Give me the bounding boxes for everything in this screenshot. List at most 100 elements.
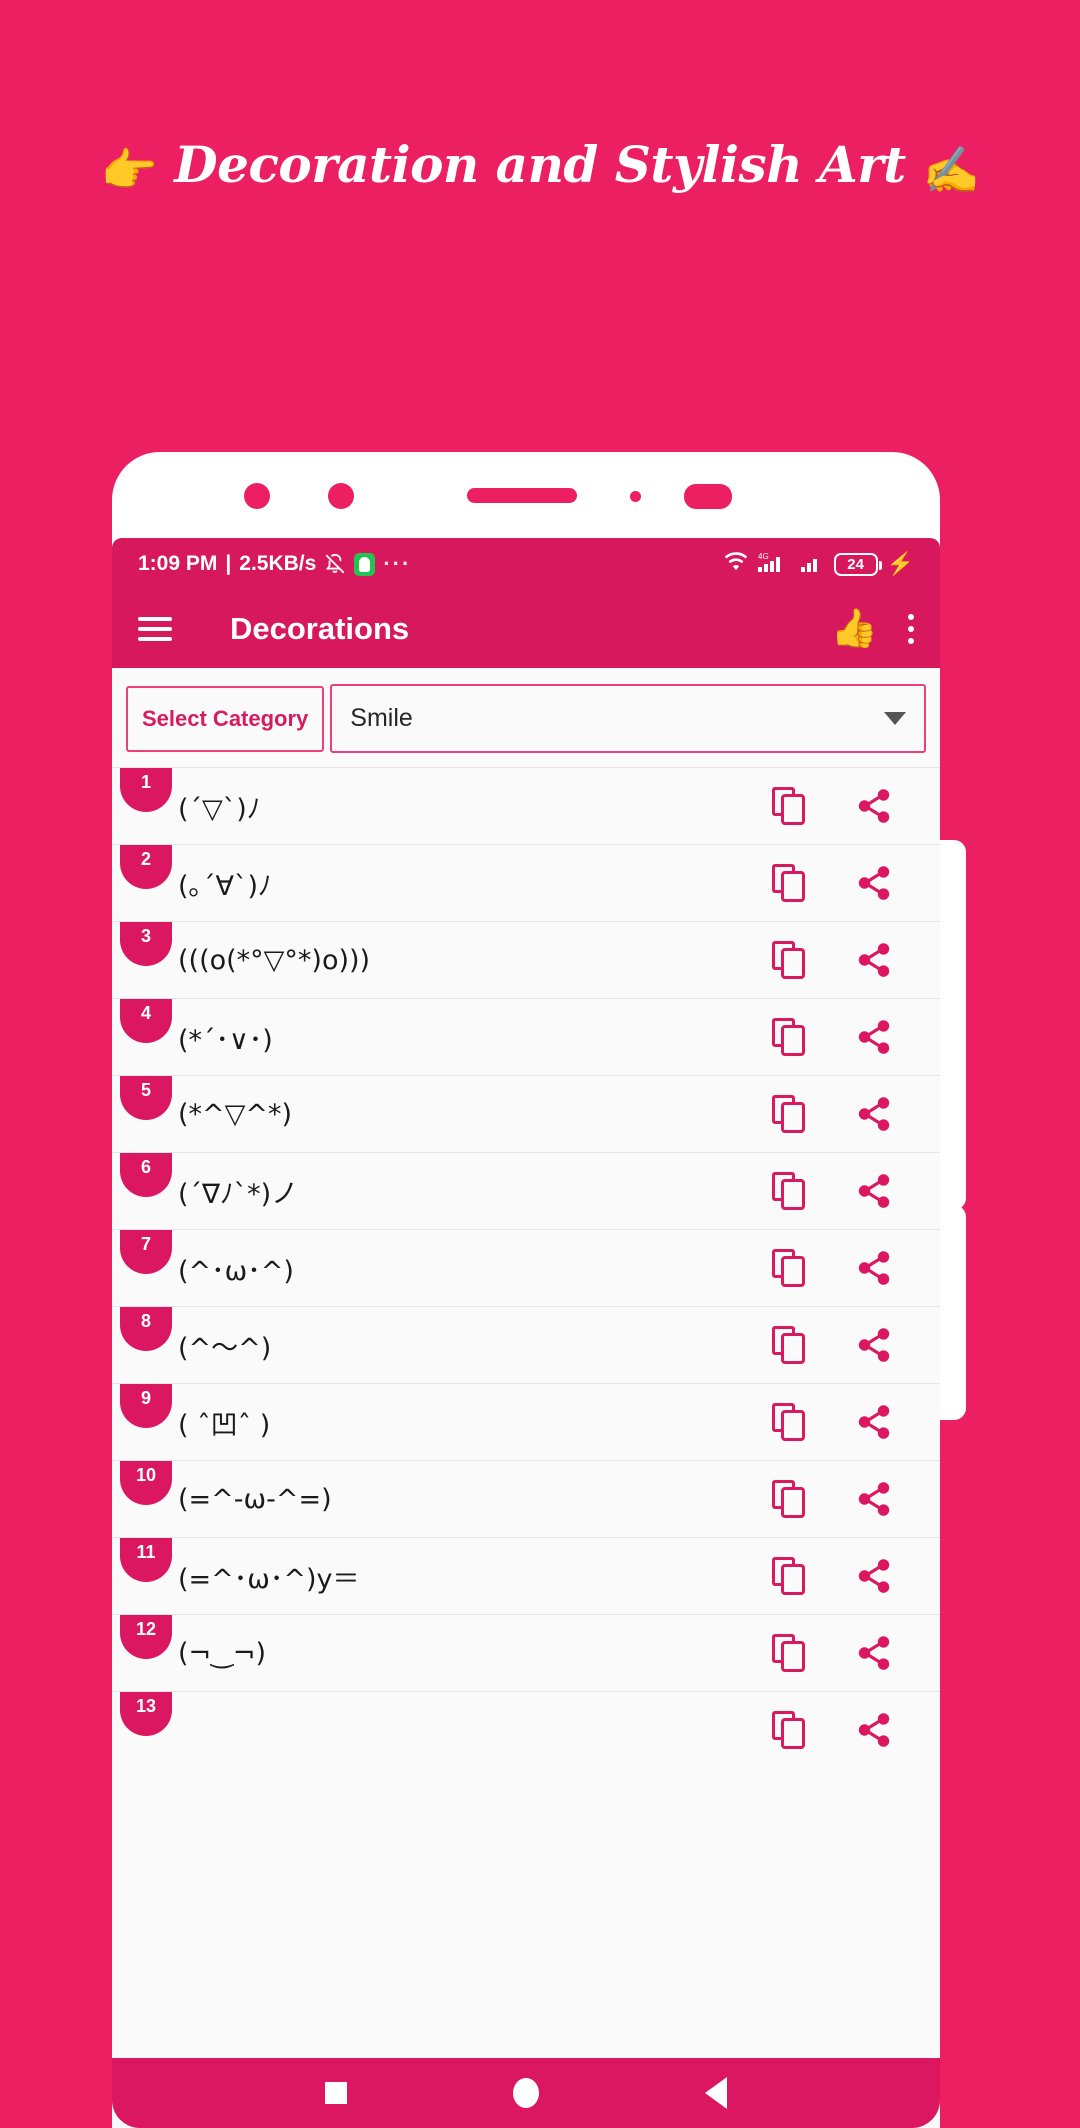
share-icon[interactable] xyxy=(854,1249,894,1287)
share-icon[interactable] xyxy=(854,1480,894,1518)
secondary-camera-icon xyxy=(328,483,354,509)
row-index-badge: 3 xyxy=(120,922,172,966)
light-sensor-icon xyxy=(684,484,732,509)
copy-icon[interactable] xyxy=(772,1172,806,1210)
square-recents-icon[interactable] xyxy=(325,2082,347,2104)
share-icon[interactable] xyxy=(854,1095,894,1133)
writing-hand-emoji-icon: ✍️ xyxy=(922,143,980,197)
copy-icon[interactable] xyxy=(772,1711,806,1749)
share-icon[interactable] xyxy=(854,1172,894,1210)
status-network-speed: 2.5KB/s xyxy=(239,552,317,575)
copy-icon[interactable] xyxy=(772,864,806,902)
signal-bars-icon xyxy=(800,551,825,578)
share-icon[interactable] xyxy=(854,1403,894,1441)
signal-4g-icon: 4G xyxy=(757,551,792,578)
table-row[interactable]: 3 (((o(*°▽°*)o))) xyxy=(112,921,940,998)
row-actions xyxy=(772,1480,940,1518)
table-row[interactable]: 1 (´▽`)ﾉ xyxy=(112,767,940,844)
row-actions xyxy=(772,1095,940,1133)
category-selected-value: Smile xyxy=(350,704,413,732)
status-separator: | xyxy=(225,552,232,575)
kaomoji-text: (^〜^) xyxy=(178,1332,272,1364)
app-bar-actions: 👍 xyxy=(831,610,914,648)
page-title: Decorations xyxy=(230,611,410,646)
promo-headline-text: Decoration and Stylish Art xyxy=(174,135,906,194)
kaomoji-text: (((o(*°▽°*)o))) xyxy=(178,944,371,976)
status-bar: 1:09 PM | 2.5KB/s ··· 4G 24 ⚡ xyxy=(112,538,940,590)
row-index-badge: 2 xyxy=(120,845,172,889)
table-row[interactable]: 11 (=^･ω･^)y＝ xyxy=(112,1537,940,1614)
share-icon[interactable] xyxy=(854,941,894,979)
row-index-badge: 13 xyxy=(120,1692,172,1736)
earpiece-speaker-icon xyxy=(467,488,577,503)
copy-icon[interactable] xyxy=(772,1095,806,1133)
kaomoji-list: 1 (´▽`)ﾉ 2 (｡´∀`)ﾉ 3 (((o(*°▽°*)o))) 4 (… xyxy=(112,767,940,1768)
row-actions xyxy=(772,1557,940,1595)
front-camera-icon xyxy=(244,483,270,509)
table-row[interactable]: 5 (*^▽^*) xyxy=(112,1075,940,1152)
android-navigation-bar xyxy=(112,2058,940,2128)
circle-home-icon[interactable] xyxy=(513,2078,539,2108)
share-icon[interactable] xyxy=(854,1711,894,1749)
share-icon[interactable] xyxy=(854,1326,894,1364)
row-actions xyxy=(772,1403,940,1441)
row-index-badge: 8 xyxy=(120,1307,172,1351)
table-row[interactable]: 12 (¬‿¬) xyxy=(112,1614,940,1691)
copy-icon[interactable] xyxy=(772,1018,806,1056)
status-more-icon: ··· xyxy=(383,551,412,576)
thumbs-up-icon[interactable]: 👍 xyxy=(831,610,878,648)
row-actions xyxy=(772,941,940,979)
row-actions xyxy=(772,1172,940,1210)
table-row[interactable]: 7 (^･ω･^) xyxy=(112,1229,940,1306)
share-icon[interactable] xyxy=(854,864,894,902)
row-actions xyxy=(772,864,940,902)
status-time: 1:09 PM xyxy=(138,552,218,575)
table-row[interactable]: 9 ( ˆ凹ˆ ) xyxy=(112,1383,940,1460)
phone-screen: 1:09 PM | 2.5KB/s ··· 4G 24 ⚡ Decoration… xyxy=(112,538,940,2128)
chevron-down-icon xyxy=(884,712,906,725)
table-row[interactable]: 8 (^〜^) xyxy=(112,1306,940,1383)
table-row[interactable]: 13 xyxy=(112,1691,940,1768)
table-row[interactable]: 6 (´∇ﾉ`*)ノ xyxy=(112,1152,940,1229)
wifi-icon xyxy=(723,551,749,577)
row-actions xyxy=(772,1249,940,1287)
share-icon[interactable] xyxy=(854,787,894,825)
row-actions xyxy=(772,1018,940,1056)
kaomoji-text: (=^-ω-^=) xyxy=(178,1483,332,1515)
row-index-badge: 5 xyxy=(120,1076,172,1120)
kaomoji-text: (´∇ﾉ`*)ノ xyxy=(178,1178,299,1210)
copy-icon[interactable] xyxy=(772,1557,806,1595)
copy-icon[interactable] xyxy=(772,1634,806,1672)
kaomoji-text: (*´･∨･) xyxy=(178,1024,273,1056)
kaomoji-text: (^･ω･^) xyxy=(178,1255,294,1287)
phone-mockup-frame: 1:09 PM | 2.5KB/s ··· 4G 24 ⚡ Decoration… xyxy=(112,452,940,2128)
row-actions xyxy=(772,787,940,825)
kaomoji-text: (*^▽^*) xyxy=(178,1098,293,1130)
kaomoji-text: ( ˆ凹ˆ ) xyxy=(178,1409,271,1441)
category-dropdown[interactable]: Smile xyxy=(330,684,926,753)
select-category-label: Select Category xyxy=(126,685,325,752)
row-actions xyxy=(772,1634,940,1672)
table-row[interactable]: 4 (*´･∨･) xyxy=(112,998,940,1075)
copy-icon[interactable] xyxy=(772,941,806,979)
copy-icon[interactable] xyxy=(772,787,806,825)
copy-icon[interactable] xyxy=(772,1326,806,1364)
share-icon[interactable] xyxy=(854,1557,894,1595)
copy-icon[interactable] xyxy=(772,1403,806,1441)
kebab-menu-icon[interactable] xyxy=(908,614,914,644)
row-index-badge: 7 xyxy=(120,1230,172,1274)
table-row[interactable]: 10 (=^-ω-^=) xyxy=(112,1460,940,1537)
phone-top-bezel xyxy=(112,452,940,524)
hamburger-menu-icon[interactable] xyxy=(138,617,172,641)
svg-text:4G: 4G xyxy=(758,552,769,561)
share-icon[interactable] xyxy=(854,1634,894,1672)
kaomoji-text: (¬‿¬) xyxy=(178,1637,267,1669)
triangle-back-icon[interactable] xyxy=(705,2077,727,2109)
app-bar: Decorations 👍 xyxy=(112,590,940,668)
table-row[interactable]: 2 (｡´∀`)ﾉ xyxy=(112,844,940,921)
kaomoji-text: (´▽`)ﾉ xyxy=(178,793,261,825)
copy-icon[interactable] xyxy=(772,1480,806,1518)
promo-headline: 👉 Decoration and Stylish Art ✍️ xyxy=(0,140,1080,194)
share-icon[interactable] xyxy=(854,1018,894,1056)
copy-icon[interactable] xyxy=(772,1249,806,1287)
